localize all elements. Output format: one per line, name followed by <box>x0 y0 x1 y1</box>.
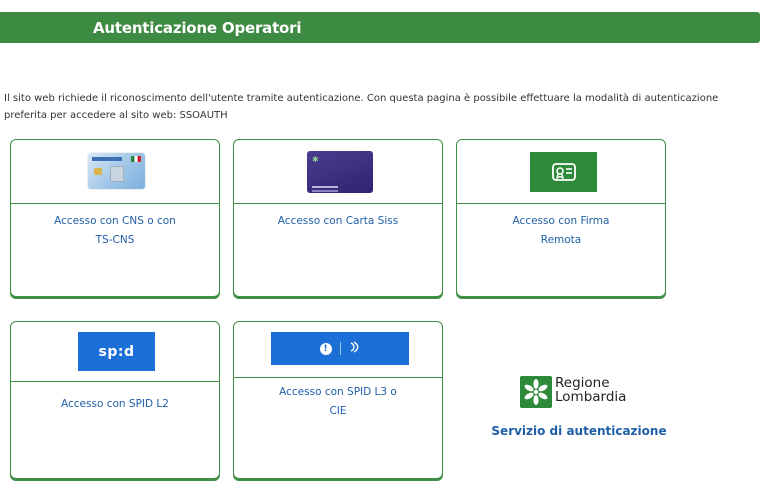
intro-text: Il sito web richiede il riconoscimento d… <box>4 93 719 121</box>
spid-cie-logo: ! <box>271 332 409 365</box>
page-title: Autenticazione Operatori <box>93 18 302 37</box>
certificate-icon <box>530 152 597 192</box>
card-label: Accesso con Firma Remota <box>457 212 665 250</box>
card-label-line2: CIE <box>329 405 347 417</box>
carta-siss-card-icon: ✱ <box>307 151 373 193</box>
firma-remota-login-card[interactable]: Accesso con Firma Remota <box>456 139 666 297</box>
cns-card-icon <box>88 153 145 189</box>
card-label: Accesso con SPID L2 <box>11 395 219 414</box>
card-label-line1: Accesso con CNS o con <box>54 215 176 227</box>
card-label-line1: Accesso con Carta Siss <box>277 215 399 227</box>
card-image-area: sp:d <box>11 322 219 382</box>
spid-id-icon: ! <box>319 342 332 355</box>
spid-l2-login-card[interactable]: sp:d Accesso con SPID L2 <box>10 321 220 479</box>
brand-name-line2: Lombardia <box>555 389 627 405</box>
card-image-area <box>11 140 219 204</box>
cie-wave-icon <box>349 341 361 356</box>
carta-siss-login-card[interactable]: ✱ Accesso con Carta Siss <box>233 139 443 297</box>
card-label: Accesso con CNS o con TS-CNS <box>11 212 219 250</box>
card-image-area <box>457 140 665 204</box>
cns-login-card[interactable]: Accesso con CNS o con TS-CNS <box>10 139 220 297</box>
spid-l3-cie-login-card[interactable]: ! Accesso con SPID L3 o CIE <box>233 321 443 479</box>
card-label-line1: Accesso con SPID L3 o <box>279 386 397 398</box>
card-label-line2: Remota <box>540 234 582 246</box>
service-label: Servizio di autenticazione <box>491 424 667 438</box>
card-label-line1: Accesso con SPID L2 <box>61 398 169 410</box>
card-label: Accesso con SPID L3 o CIE <box>234 383 442 421</box>
brand-name-line1: Regione <box>555 375 610 391</box>
brand-name: Regione Lombardia <box>555 376 626 404</box>
regione-lombardia-logo-icon <box>520 376 552 408</box>
page-header: Autenticazione Operatori <box>0 12 760 43</box>
card-label-line2: TS-CNS <box>95 234 135 246</box>
card-image-area: ! <box>234 322 442 378</box>
regione-lombardia-brand: Regione Lombardia Servizio di autenticaz… <box>456 370 702 450</box>
card-label: Accesso con Carta Siss <box>234 212 442 231</box>
spid-logo: sp:d <box>78 332 155 371</box>
card-label-line1: Accesso con Firma <box>512 215 610 227</box>
card-image-area: ✱ <box>234 140 442 204</box>
